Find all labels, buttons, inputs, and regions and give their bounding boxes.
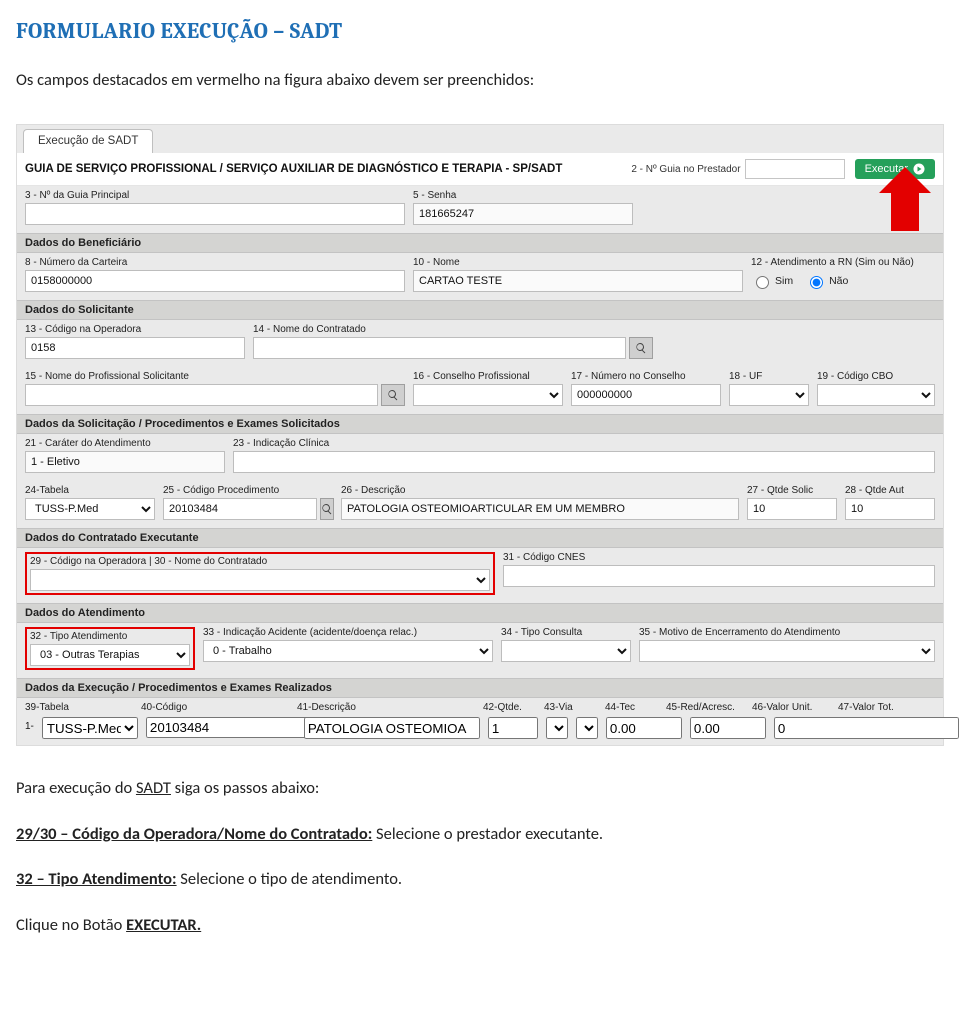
input-f31[interactable] <box>503 565 935 587</box>
input-f15[interactable] <box>25 384 378 406</box>
label-f13: 13 - Código na Operadora <box>25 324 245 335</box>
input-f14[interactable] <box>253 337 626 359</box>
label-f14: 14 - Nome do Contratado <box>253 324 653 335</box>
screenshot-form: Execução de SADT GUIA DE SERVIÇO PROFISS… <box>16 124 944 746</box>
section-executante: Dados do Contratado Executante <box>17 528 943 548</box>
label-f17: 17 - Número no Conselho <box>571 371 721 382</box>
col-46: 46-Valor Unit. <box>752 702 832 713</box>
input-46[interactable] <box>690 717 766 739</box>
col-41: 41-Descrição <box>297 702 477 713</box>
col-47: 47-Valor Tot. <box>838 702 935 713</box>
input-f3[interactable] <box>25 203 405 225</box>
input-45[interactable] <box>606 717 682 739</box>
label-f5: 5 - Senha <box>413 190 633 201</box>
tab-execucao-sadt[interactable]: Execução de SADT <box>23 129 153 153</box>
select-f35[interactable] <box>639 640 935 662</box>
section-solicitacao: Dados da Solicitação / Procedimentos e E… <box>17 414 943 434</box>
radio-nao[interactable]: Não <box>805 273 848 289</box>
instructions-text: Para execução do SADT siga os passos aba… <box>16 776 944 938</box>
label-f23: 23 - Indicação Clínica <box>233 438 935 449</box>
select-f33[interactable]: 0 - Trabalho <box>203 640 493 662</box>
search-f15-button[interactable] <box>381 384 405 406</box>
select-f16[interactable] <box>413 384 563 406</box>
input-f10[interactable] <box>413 270 743 292</box>
col-40: 40-Código <box>141 702 291 713</box>
input-f8[interactable] <box>25 270 405 292</box>
label-f35: 35 - Motivo de Encerramento do Atendimen… <box>639 627 935 638</box>
label-f24: 24-Tabela <box>25 485 155 496</box>
label-guia-prestador: 2 - Nº Guia no Prestador <box>631 164 740 175</box>
select-f34[interactable] <box>501 640 631 662</box>
select-f18[interactable] <box>729 384 809 406</box>
row-index: 1- <box>25 717 34 739</box>
input-f25[interactable] <box>163 498 317 520</box>
input-42[interactable] <box>488 717 538 739</box>
col-39: 39-Tabela <box>25 702 135 713</box>
label-f26: 26 - Descrição <box>341 485 739 496</box>
input-f23[interactable] <box>233 451 935 473</box>
select-44[interactable] <box>576 717 598 739</box>
select-f24[interactable]: TUSS-P.Med <box>25 498 155 520</box>
input-f17[interactable] <box>571 384 721 406</box>
radio-sim[interactable]: Sim <box>751 273 793 289</box>
input-f21[interactable] <box>25 451 225 473</box>
label-f16: 16 - Conselho Profissional <box>413 371 563 382</box>
label-f21: 21 - Caráter do Atendimento <box>25 438 225 449</box>
search-icon <box>635 342 647 354</box>
proc-row: 1- TUSS-P.Med <box>17 715 943 745</box>
label-f25: 25 - Código Procedimento <box>163 485 333 496</box>
label-f18: 18 - UF <box>729 371 809 382</box>
section-beneficiario: Dados do Beneficiário <box>17 233 943 253</box>
label-f33: 33 - Indicação Acidente (acidente/doença… <box>203 627 493 638</box>
input-f28[interactable] <box>845 498 935 520</box>
col-42: 42-Qtde. <box>483 702 538 713</box>
label-f31: 31 - Código CNES <box>503 552 935 563</box>
label-f28: 28 - Qtde Aut <box>845 485 935 496</box>
label-f32: 32 - Tipo Atendimento <box>30 631 190 642</box>
form-heading: GUIA DE SERVIÇO PROFISSIONAL / SERVIÇO A… <box>25 163 631 175</box>
input-f26[interactable] <box>341 498 739 520</box>
section-solicitante: Dados do Solicitante <box>17 300 943 320</box>
input-guia-prestador[interactable] <box>745 159 845 179</box>
executar-button[interactable]: Executar <box>855 159 935 179</box>
search-f14-button[interactable] <box>629 337 653 359</box>
select-f2930[interactable] <box>30 569 490 591</box>
col-43: 43-Via <box>544 702 599 713</box>
input-f13[interactable] <box>25 337 245 359</box>
label-f15: 15 - Nome do Profissional Solicitante <box>25 371 405 382</box>
input-f5[interactable] <box>413 203 633 225</box>
col-45: 45-Red/Acresc. <box>666 702 746 713</box>
col-44: 44-Tec <box>605 702 660 713</box>
label-f2930: 29 - Código na Operadora | 30 - Nome do … <box>30 556 490 567</box>
search-f25-button[interactable] <box>320 498 334 520</box>
label-f3: 3 - Nº da Guia Principal <box>25 190 405 201</box>
input-f27[interactable] <box>747 498 837 520</box>
section-exec-proc: Dados da Execução / Procedimentos e Exam… <box>17 678 943 698</box>
doc-intro: Os campos destacados em vermelho na figu… <box>16 70 944 90</box>
search-icon <box>387 389 399 401</box>
search-icon <box>321 503 333 515</box>
select-f32[interactable]: 03 - Outras Terapias <box>30 644 190 666</box>
section-atendimento: Dados do Atendimento <box>17 603 943 623</box>
select-43[interactable] <box>546 717 568 739</box>
executar-button-label: Executar <box>865 163 908 175</box>
input-47[interactable] <box>774 717 959 739</box>
label-f8: 8 - Número da Carteira <box>25 257 405 268</box>
label-f10: 10 - Nome <box>413 257 743 268</box>
label-f27: 27 - Qtde Solic <box>747 485 837 496</box>
play-icon <box>913 163 925 175</box>
label-f34: 34 - Tipo Consulta <box>501 627 631 638</box>
label-f19: 19 - Código CBO <box>817 371 935 382</box>
label-f12: 12 - Atendimento a RN (Sim ou Não) <box>751 257 935 268</box>
select-39[interactable]: TUSS-P.Med <box>42 717 138 739</box>
select-f19[interactable] <box>817 384 935 406</box>
doc-title: FORMULARIO EXECUÇÃO – SADT <box>16 18 944 44</box>
input-41[interactable] <box>304 717 480 739</box>
